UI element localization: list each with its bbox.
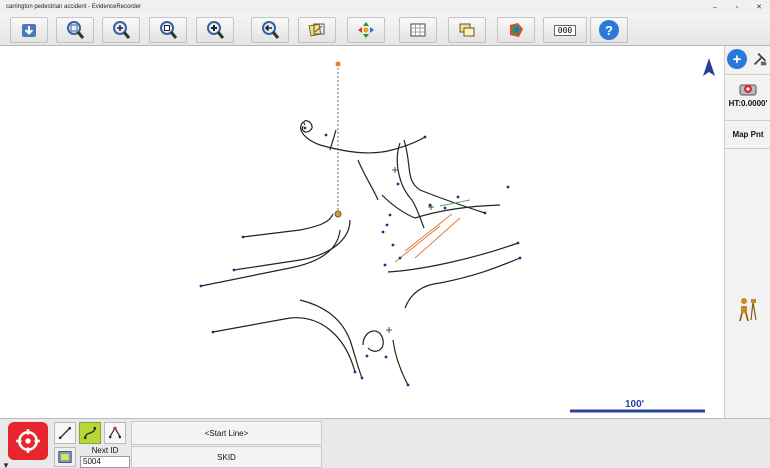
zoom-in-out-button[interactable]	[102, 17, 140, 43]
code-field[interactable]: SKID	[131, 446, 322, 468]
surveyor-icon	[739, 298, 757, 322]
road-edge-upper-left	[242, 213, 334, 238]
window-title: carrington pedestrian accident - Evidenc…	[6, 4, 142, 10]
zoom-previous-icon	[262, 21, 280, 39]
layers-icon	[308, 23, 325, 37]
code-list-icon	[58, 451, 72, 463]
road-edge-right-inner	[403, 139, 486, 214]
map-point-button[interactable]: Map Pnt	[725, 130, 770, 139]
next-id-field[interactable]: 5004	[80, 456, 130, 468]
palette-icon	[510, 23, 523, 37]
right-panel: + HT:0.0000' Map Pnt	[724, 46, 770, 418]
main-toolbar: 000 ?	[0, 14, 770, 46]
road-edge-south-right	[404, 257, 521, 309]
maximize-button[interactable]: ▫	[726, 4, 748, 11]
next-id-label: Next ID	[91, 446, 119, 455]
move-arrows-icon	[358, 22, 374, 38]
app-window: carrington pedestrian accident - Evidenc…	[0, 0, 770, 468]
zoom-window-icon	[160, 21, 178, 39]
green-marks	[439, 199, 471, 207]
line-mode-button[interactable]	[54, 422, 76, 444]
zoom-extents-icon	[67, 21, 85, 39]
record-button[interactable]	[8, 422, 48, 460]
counter-icon: 000	[553, 24, 577, 36]
road-edge-left-curve	[233, 219, 351, 271]
scale-label: 100'	[625, 399, 644, 410]
tools-icon	[753, 52, 766, 66]
grid-icon	[410, 23, 426, 37]
close-button[interactable]: ✕	[748, 3, 770, 11]
move-arrows-button[interactable]	[347, 17, 385, 43]
import-button[interactable]	[10, 17, 48, 43]
bottom-bar: ▼ Next ID 5004 <Start Line> SKID	[0, 418, 770, 468]
road-edge-shoulder	[357, 159, 379, 201]
tools-button[interactable]	[750, 49, 769, 69]
minimize-button[interactable]: –	[704, 4, 726, 11]
surveyor-button[interactable]	[737, 296, 759, 322]
north-arrow-icon	[703, 58, 715, 76]
panel-divider	[725, 120, 770, 121]
station-marker	[334, 210, 342, 218]
instrument-height-button[interactable]	[738, 80, 758, 96]
road-edge-south-lane	[392, 339, 409, 386]
crosshair-icon	[16, 429, 40, 453]
height-label: HT:0.0000'	[728, 99, 768, 108]
zoom-previous-button[interactable]	[251, 17, 289, 43]
windows-button[interactable]	[448, 17, 486, 43]
help-icon-glyph: ?	[605, 22, 613, 38]
pan-zoom-button[interactable]	[196, 17, 234, 43]
zoom-window-button[interactable]	[149, 17, 187, 43]
code-list-button[interactable]	[54, 447, 76, 467]
branch-icon	[108, 426, 122, 439]
branch-mode-button[interactable]	[104, 422, 126, 444]
counter-button[interactable]: 000	[543, 17, 587, 43]
road-edge-top-curve	[329, 129, 337, 151]
dropdown-icon[interactable]: ▼	[2, 461, 10, 468]
title-bar: carrington pedestrian accident - Evidenc…	[0, 0, 770, 14]
palette-button[interactable]	[497, 17, 535, 43]
pan-zoom-icon	[207, 21, 225, 39]
line-icon	[58, 426, 72, 440]
help-icon: ?	[599, 20, 619, 40]
layers-button[interactable]	[298, 17, 336, 43]
instrument-icon	[739, 84, 757, 96]
map-canvas[interactable]: 100'	[0, 46, 724, 418]
grid-button[interactable]	[399, 17, 437, 43]
zoom-extents-button[interactable]	[56, 17, 94, 43]
road-edge-lower-left	[200, 229, 341, 287]
help-button[interactable]: ?	[590, 17, 628, 43]
road-edge-small-loop	[362, 330, 384, 352]
start-line-field[interactable]: <Start Line>	[131, 421, 322, 445]
windows-icon	[459, 23, 475, 37]
import-icon	[22, 24, 36, 37]
drawing-svg: 100'	[199, 58, 715, 413]
skid-marks	[394, 213, 461, 263]
curve-icon	[83, 426, 97, 440]
road-edge-right-curve	[396, 142, 425, 229]
road-edge-south-left	[212, 317, 356, 373]
curve-mode-button[interactable]	[79, 422, 101, 444]
reference-marker	[335, 61, 341, 67]
panel-divider	[725, 148, 770, 149]
road-edge-loop	[301, 120, 313, 133]
add-point-icon[interactable]: +	[727, 49, 747, 69]
panel-divider	[725, 74, 770, 75]
zoom-in-out-icon	[113, 21, 131, 39]
road-edge-east-lower	[387, 242, 519, 273]
